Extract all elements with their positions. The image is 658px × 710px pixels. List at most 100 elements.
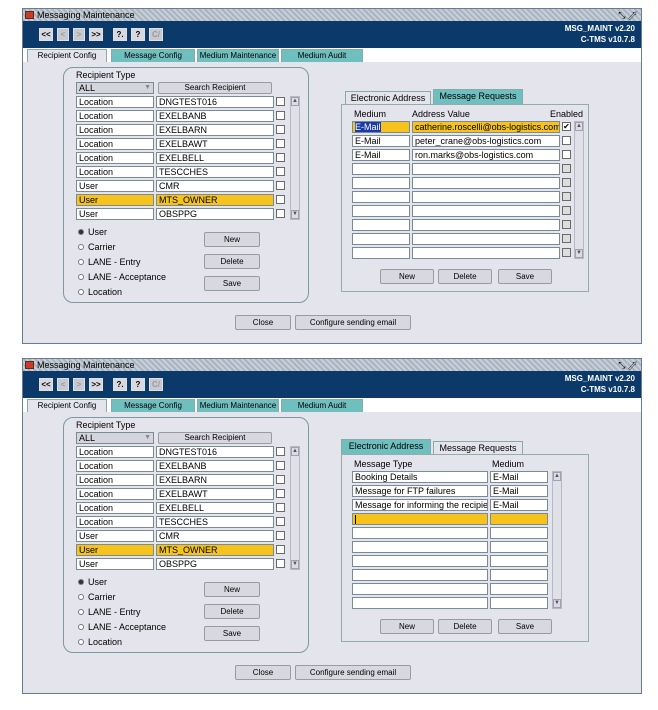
window-controls-icon[interactable]: ⤡ ⬀ — [618, 9, 637, 21]
medium-cell-selected[interactable]: E-Mail — [352, 121, 410, 133]
tab-medium-audit[interactable]: Medium Audit — [281, 399, 363, 412]
recipient-name-cell[interactable]: EXELBELL — [156, 152, 274, 164]
close-button[interactable]: Close — [235, 315, 291, 330]
prev-record-button[interactable]: < — [57, 28, 69, 41]
recipient-type-cell[interactable]: Location — [76, 124, 154, 136]
recipient-name-cell[interactable]: EXELBANB — [156, 460, 274, 472]
recipient-checkbox[interactable] — [276, 111, 285, 120]
recipient-name-cell[interactable]: OBSPPG — [156, 558, 274, 570]
radio-lane-acceptance[interactable]: LANE - Acceptance — [78, 272, 166, 282]
message-type-cell[interactable]: Message for informing the recipient — [352, 499, 488, 511]
recipient-checkbox[interactable] — [276, 559, 285, 568]
medium-cell-empty[interactable] — [490, 583, 548, 595]
tab-medium-maintenance[interactable]: Medium Maintenance — [197, 399, 279, 412]
requests-scrollbar[interactable]: ▲ ▼ — [552, 471, 562, 609]
recipient-checkbox[interactable] — [276, 489, 285, 498]
enabled-checkbox[interactable] — [562, 136, 571, 145]
delete-request-button[interactable]: Delete — [438, 619, 492, 634]
address-cell-empty[interactable] — [412, 205, 560, 217]
address-cell-empty[interactable] — [412, 219, 560, 231]
recipient-name-cell[interactable]: EXELBARN — [156, 124, 274, 136]
recipient-name-cell[interactable]: EXELBELL — [156, 502, 274, 514]
recipient-name-cell-selected[interactable]: MTS_OWNER — [156, 544, 274, 556]
tab-message-requests[interactable]: Message Requests — [433, 89, 523, 104]
enabled-checkbox[interactable] — [562, 150, 571, 159]
radio-lane-entry[interactable]: LANE - Entry — [78, 607, 141, 617]
medium-cell-empty[interactable] — [490, 555, 548, 567]
medium-cell[interactable]: E-Mail — [490, 499, 548, 511]
message-type-cell-empty[interactable] — [352, 569, 488, 581]
recipient-type-cell[interactable]: Location — [76, 446, 154, 458]
query-button[interactable]: ?. — [113, 378, 127, 391]
scroll-down-icon[interactable]: ▼ — [291, 210, 299, 219]
help-button[interactable]: ? — [131, 28, 145, 41]
recipient-name-cell[interactable]: EXELBAWT — [156, 138, 274, 150]
recipient-type-cell[interactable]: User — [76, 558, 154, 570]
recipient-scrollbar[interactable]: ▲ ▼ — [290, 446, 300, 570]
tab-recipient-config[interactable]: Recipient Config — [27, 49, 107, 62]
recipient-checkbox[interactable] — [276, 167, 285, 176]
medium-cell[interactable]: E-Mail — [352, 149, 410, 161]
message-type-cell-empty[interactable] — [352, 527, 488, 539]
clear-button[interactable]: C/ — [149, 378, 163, 391]
last-record-button[interactable]: >> — [89, 378, 103, 391]
save-recipient-button[interactable]: Save — [204, 276, 260, 291]
recipient-type-cell[interactable]: User — [76, 208, 154, 220]
tab-message-config[interactable]: Message Config — [111, 399, 195, 412]
recipient-type-select[interactable]: ALL ▼ — [76, 82, 154, 94]
radio-user[interactable]: User — [78, 227, 107, 237]
radio-user[interactable]: User — [78, 577, 107, 587]
search-recipient-button[interactable]: Search Recipient — [158, 432, 272, 444]
configure-sending-email-button[interactable]: Configure sending email — [295, 315, 411, 330]
recipient-checkbox[interactable] — [276, 97, 285, 106]
delete-recipient-button[interactable]: Delete — [204, 254, 260, 269]
recipient-checkbox[interactable] — [276, 531, 285, 540]
clear-button[interactable]: C/ — [149, 28, 163, 41]
address-cell-empty[interactable] — [412, 247, 560, 259]
recipient-name-cell[interactable]: DNGTEST016 — [156, 96, 274, 108]
recipient-checkbox[interactable] — [276, 545, 285, 554]
scroll-up-icon[interactable]: ▲ — [291, 97, 299, 106]
next-record-button[interactable]: > — [73, 378, 85, 391]
recipient-type-cell[interactable]: Location — [76, 96, 154, 108]
medium-cell-empty[interactable] — [490, 541, 548, 553]
configure-sending-email-button[interactable]: Configure sending email — [295, 665, 411, 680]
radio-carrier[interactable]: Carrier — [78, 592, 116, 602]
radio-location[interactable]: Location — [78, 287, 122, 297]
recipient-type-cell[interactable]: Location — [76, 474, 154, 486]
medium-cell-empty[interactable] — [490, 527, 548, 539]
recipient-name-cell[interactable]: TESCCHES — [156, 516, 274, 528]
recipient-checkbox[interactable] — [276, 475, 285, 484]
save-request-button[interactable]: Save — [498, 619, 552, 634]
message-type-cell[interactable]: Booking Details — [352, 471, 488, 483]
tab-medium-audit[interactable]: Medium Audit — [281, 49, 363, 62]
recipient-type-cell[interactable]: Location — [76, 110, 154, 122]
address-cell-empty[interactable] — [412, 163, 560, 175]
first-record-button[interactable]: << — [39, 28, 53, 41]
medium-cell-empty[interactable] — [490, 597, 548, 609]
tab-electronic-address[interactable]: Electronic Address — [341, 439, 431, 454]
address-cell-empty[interactable] — [412, 233, 560, 245]
recipient-type-cell[interactable]: Location — [76, 138, 154, 150]
tab-medium-maintenance[interactable]: Medium Maintenance — [197, 49, 279, 62]
tab-recipient-config[interactable]: Recipient Config — [27, 399, 107, 412]
recipient-checkbox[interactable] — [276, 153, 285, 162]
message-type-cell-empty[interactable] — [352, 597, 488, 609]
scroll-down-icon[interactable]: ▼ — [291, 560, 299, 569]
tab-message-requests[interactable]: Message Requests — [433, 441, 523, 454]
radio-location[interactable]: Location — [78, 637, 122, 647]
recipient-checkbox[interactable] — [276, 517, 285, 526]
recipient-type-cell[interactable]: User — [76, 530, 154, 542]
prev-record-button[interactable]: < — [57, 378, 69, 391]
tab-message-config[interactable]: Message Config — [111, 49, 195, 62]
recipient-name-cell[interactable]: CMR — [156, 530, 274, 542]
recipient-checkbox[interactable] — [276, 503, 285, 512]
medium-cell-empty[interactable] — [352, 163, 410, 175]
recipient-type-cell-selected[interactable]: User — [76, 194, 154, 206]
query-button[interactable]: ?. — [113, 28, 127, 41]
medium-cell-empty[interactable] — [352, 177, 410, 189]
recipient-type-cell-selected[interactable]: User — [76, 544, 154, 556]
recipient-type-select[interactable]: ALL ▼ — [76, 432, 154, 444]
new-recipient-button[interactable]: New — [204, 582, 260, 597]
scroll-up-icon[interactable]: ▲ — [291, 447, 299, 456]
